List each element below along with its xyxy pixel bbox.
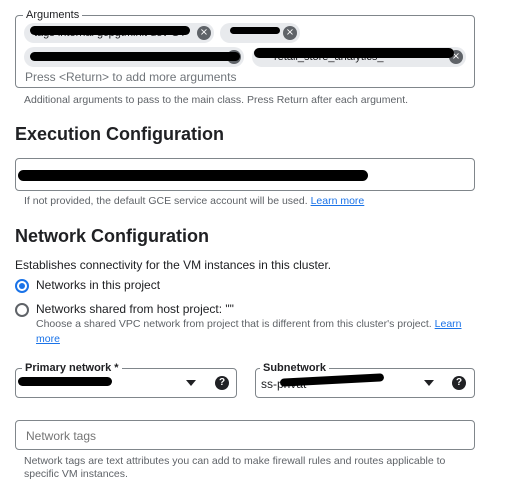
redaction-mark	[254, 48, 454, 58]
network-tags-field[interactable]	[15, 420, 475, 450]
arguments-help-text: Additional arguments to pass to the main…	[24, 94, 409, 106]
chevron-down-icon[interactable]	[186, 380, 196, 386]
learn-more-link[interactable]: Learn more	[311, 195, 365, 207]
execution-help-text: If not provided, the default GCE service…	[24, 195, 364, 208]
radio-label: Networks in this project	[36, 278, 161, 292]
redaction-mark	[30, 52, 240, 61]
chevron-down-icon[interactable]	[424, 380, 434, 386]
chip-remove-icon[interactable]: ×	[197, 26, 211, 40]
chip-remove-icon[interactable]: ×	[283, 26, 297, 40]
help-icon[interactable]: ?	[452, 376, 466, 390]
redaction-mark	[18, 377, 112, 386]
shared-network-sublabel: Choose a shared VPC network from project…	[36, 318, 432, 330]
shared-network-description: Choose a shared VPC network from project…	[36, 317, 481, 347]
redaction-mark	[30, 26, 190, 35]
redaction-mark	[18, 170, 368, 181]
radio-networks-in-project[interactable]: Networks in this project	[15, 278, 160, 293]
network-config-title: Network Configuration	[15, 226, 209, 246]
network-tags-input[interactable]	[24, 428, 468, 444]
execution-config-title: Execution Configuration	[15, 124, 224, 144]
radio-label: Networks shared from host project: ""	[36, 302, 234, 316]
network-description: Establishes connectivity for the VM inst…	[15, 258, 332, 272]
help-icon[interactable]: ?	[215, 376, 229, 390]
execution-help-label: If not provided, the default GCE service…	[24, 195, 308, 207]
radio-networks-shared[interactable]: Networks shared from host project: ""	[15, 302, 234, 317]
network-tags-help-text: Network tags are text attributes you can…	[24, 455, 446, 480]
primary-network-label: Primary network *	[22, 361, 122, 375]
redaction-mark	[230, 27, 280, 34]
radio-selected-icon[interactable]	[15, 279, 29, 293]
radio-unselected-icon[interactable]	[15, 303, 29, 317]
arguments-label: Arguments	[23, 8, 83, 22]
arguments-hint: Press <Return> to add more arguments	[25, 70, 237, 84]
subnetwork-label: Subnetwork	[260, 361, 329, 375]
